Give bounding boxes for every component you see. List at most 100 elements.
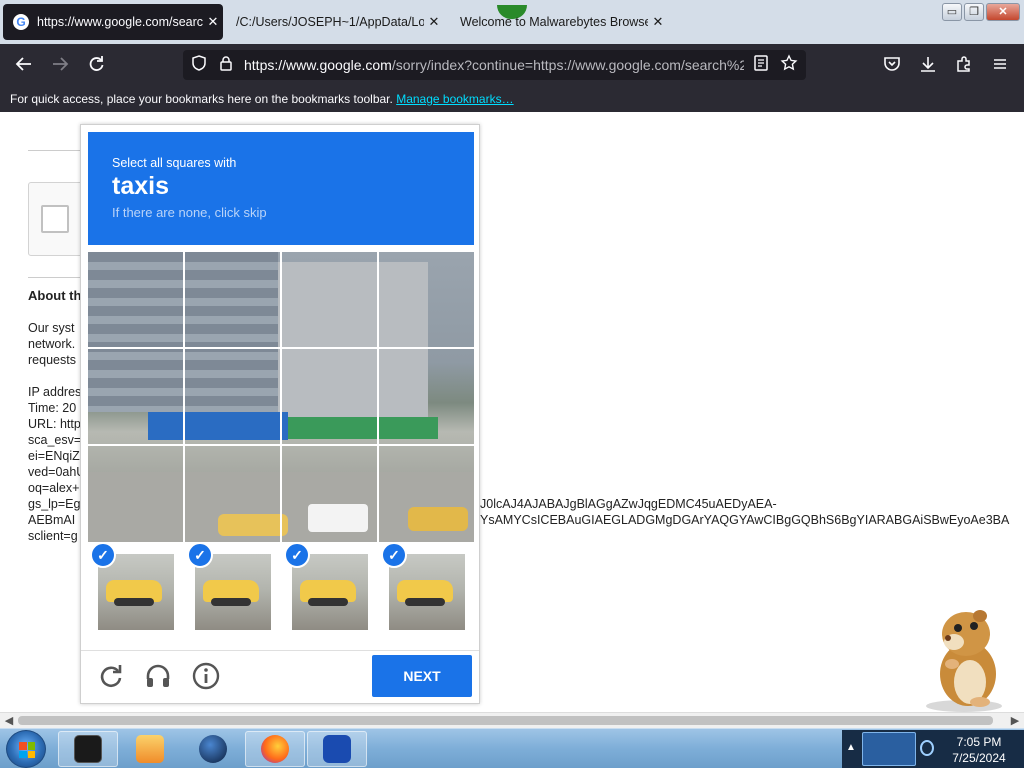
taxi-image (203, 580, 259, 606)
audio-challenge-icon[interactable] (143, 661, 173, 691)
info-icon[interactable] (191, 661, 221, 691)
taskbar-app-malwarebytes[interactable] (307, 731, 367, 767)
checkmark-icon: ✓ (381, 542, 407, 568)
windows-logo-icon (19, 742, 35, 758)
checkmark-icon: ✓ (284, 542, 310, 568)
back-arrow-icon[interactable] (12, 54, 36, 76)
url-fragment: YsAMYCsICEBAuGIAEGLADGMgDGArYAQGYAwCIBgG… (480, 513, 1010, 527)
street-image (308, 504, 368, 532)
tab-title: https://www.google.com/search?q (37, 15, 203, 29)
url-host: https://www.google.com (244, 57, 392, 73)
checkmark-icon: ✓ (187, 542, 213, 568)
taxi-image (397, 580, 453, 606)
info-line: Time: 20 (28, 401, 77, 415)
extensions-icon[interactable] (952, 54, 976, 76)
tab-local-file[interactable]: /C:/Users/JOSEPH~1/AppData/Loc ✕ (228, 4, 444, 40)
bookmarks-hint-text: For quick access, place your bookmarks h… (10, 92, 393, 106)
street-image (218, 514, 288, 536)
taskbar: ▲ 7:05 PM 7/25/2024 (0, 728, 1024, 768)
scroll-left-icon[interactable]: ◀ (2, 714, 16, 727)
grid-line (183, 252, 185, 542)
taskbar-app-media-player[interactable] (120, 731, 180, 767)
captcha-selected-row: ✓ ✓ ✓ ✓ (88, 542, 474, 648)
recaptcha-checkbox[interactable] (41, 205, 69, 233)
info-line: oq=alex+ (28, 481, 80, 495)
paragraph-line: network. (28, 337, 76, 351)
taxi-image (300, 580, 356, 606)
media-player-icon (136, 735, 164, 763)
shield-icon[interactable] (187, 54, 211, 76)
paragraph-line: requests (28, 353, 76, 367)
bookmarks-toolbar: For quick access, place your bookmarks h… (0, 86, 1024, 112)
taskbar-app-firefox[interactable] (245, 731, 305, 767)
info-line: IP addres (28, 385, 82, 399)
reload-icon[interactable] (84, 54, 108, 76)
taskbar-app-globe[interactable] (183, 731, 243, 767)
lock-icon[interactable] (214, 54, 238, 76)
street-image (288, 417, 438, 439)
network-icon[interactable] (920, 740, 934, 756)
scroll-right-icon[interactable]: ▶ (1008, 714, 1022, 727)
url-text[interactable]: https://www.google.com/sorry/index?conti… (244, 57, 744, 73)
tab-title: /C:/Users/JOSEPH~1/AppData/Loc (236, 15, 424, 29)
terminal-icon (74, 735, 102, 763)
captcha-image-grid[interactable] (88, 252, 474, 542)
window-controls: ▭ ❐ ✕ (942, 3, 1020, 21)
hamster-mascot-image (918, 602, 1014, 714)
taskbar-app-terminal[interactable] (58, 731, 118, 767)
street-image (408, 507, 468, 531)
captcha-hint: If there are none, click skip (112, 205, 267, 220)
tab-strip: G https://www.google.com/search?q ✕ /C:/… (0, 0, 1024, 44)
reader-view-icon[interactable] (749, 54, 773, 76)
clock-time: 7:05 PM (956, 735, 1002, 749)
info-line: ved=0ahU (28, 465, 86, 479)
navigation-toolbar: https://www.google.com/sorry/index?conti… (0, 44, 1024, 86)
minimize-button[interactable]: ▭ (942, 3, 962, 21)
clock-date: 7/25/2024 (952, 751, 1006, 765)
close-window-button[interactable]: ✕ (986, 3, 1020, 21)
url-path: /sorry/index?continue=https://www.google… (391, 57, 744, 73)
captcha-footer: NEXT (81, 650, 479, 704)
system-tray: ▲ 7:05 PM 7/25/2024 (842, 730, 1024, 768)
clock[interactable]: 7:05 PM 7/25/2024 (938, 734, 1020, 766)
tab-malwarebytes[interactable]: Welcome to Malwarebytes Browser ✕ (452, 4, 668, 40)
captcha-target: taxis (112, 172, 169, 200)
url-fragment: J0lcAJ4AJABAJgBlAGgAZwJqgEDMC45uAEDyAEA- (480, 497, 777, 511)
tray-app-icon[interactable] (862, 732, 916, 766)
hamburger-menu-icon[interactable] (988, 54, 1012, 76)
firefox-icon (261, 735, 289, 763)
about-heading: About th (28, 288, 82, 303)
info-line: ei=ENqiZ (28, 449, 80, 463)
reload-challenge-icon[interactable] (96, 661, 126, 691)
page-content: About th Our syst network. requests IP a… (0, 112, 1024, 714)
tab-title: Welcome to Malwarebytes Browser (460, 15, 648, 29)
star-icon[interactable] (777, 54, 801, 76)
info-line: sca_esv= (28, 433, 82, 447)
captcha-instruction: Select all squares with (112, 156, 237, 170)
tab-close-icon[interactable]: ✕ (424, 14, 444, 30)
forward-arrow-icon[interactable] (48, 54, 72, 76)
url-bar[interactable]: https://www.google.com/sorry/index?conti… (183, 50, 806, 80)
tab-close-icon[interactable]: ✕ (203, 14, 223, 30)
next-button[interactable]: NEXT (372, 655, 472, 697)
taxi-image (106, 580, 162, 606)
divider (28, 277, 88, 278)
tab-close-icon[interactable]: ✕ (648, 14, 668, 30)
grid-line (280, 252, 282, 542)
street-image (278, 262, 428, 422)
horizontal-scrollbar[interactable]: ◀ ▶ (0, 712, 1024, 728)
show-hidden-icons-icon[interactable]: ▲ (846, 742, 856, 753)
scrollbar-thumb[interactable] (18, 716, 993, 725)
divider (28, 150, 88, 151)
download-icon[interactable] (916, 54, 940, 76)
restore-button[interactable]: ❐ (964, 3, 984, 21)
start-button[interactable] (6, 730, 46, 768)
manage-bookmarks-link[interactable]: Manage bookmarks… (396, 92, 513, 106)
globe-icon (199, 735, 227, 763)
info-line: AEBmAI (28, 513, 76, 527)
paragraph-line: Our syst (28, 321, 75, 335)
captcha-header: Select all squares with taxis If there a… (88, 132, 474, 245)
tab-google-search[interactable]: G https://www.google.com/search?q ✕ (3, 4, 223, 40)
pocket-icon[interactable] (880, 54, 904, 76)
info-line: URL: http (28, 417, 81, 431)
